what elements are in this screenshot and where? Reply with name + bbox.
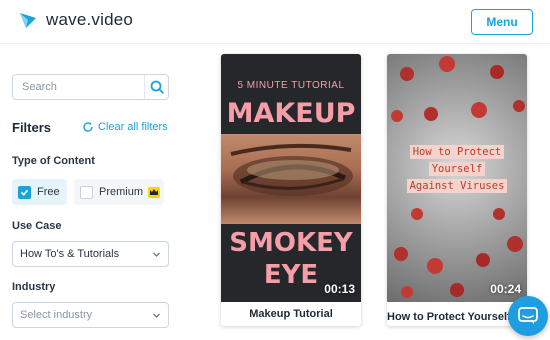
thumbnail-text: Against Viruses — [406, 179, 508, 193]
thumbnail-text-wrap: How to Protect — [387, 142, 527, 160]
type-of-content-label: Type of Content — [12, 155, 95, 167]
premium-label: Premium — [99, 186, 144, 198]
template-card[interactable]: 5 MINUTE TUTORIAL MAKEUP SMOKEY EYE 00:1… — [221, 54, 361, 326]
eye-makeup-photo — [221, 134, 361, 224]
chat-icon — [518, 307, 538, 324]
industry-placeholder: Select industry — [20, 309, 93, 321]
checkbox-checked-icon — [18, 185, 31, 199]
premium-filter-checkbox[interactable]: Premium — [74, 179, 164, 205]
free-filter-checkbox[interactable]: Free — [12, 179, 67, 205]
thumbnail-text: 5 MINUTE TUTORIAL — [237, 80, 345, 91]
card-title[interactable]: How to Protect Yourself Against Viruses — [387, 305, 527, 324]
filters-sidebar: Filters Clear all filters Type of Conten… — [0, 44, 190, 340]
wave-logo-icon — [20, 13, 36, 28]
search-box — [12, 74, 169, 100]
video-duration: 00:24 — [490, 282, 521, 296]
thumbnail-text: Yourself — [428, 162, 486, 176]
filters-title: Filters — [12, 120, 52, 135]
menu-button[interactable]: Menu — [471, 9, 533, 35]
clear-all-label: Clear all filters — [98, 121, 168, 133]
clear-all-filters-link[interactable]: Clear all filters — [82, 121, 168, 133]
industry-select[interactable]: Select industry — [12, 302, 169, 328]
chat-button[interactable] — [508, 296, 548, 336]
free-label: Free — [37, 186, 60, 198]
industry-label: Industry — [12, 281, 56, 293]
search-button[interactable] — [144, 75, 168, 99]
brand-logo[interactable]: wave.video — [18, 10, 133, 30]
video-duration: 00:13 — [324, 282, 355, 296]
thumbnail-text: SMOKEY — [229, 228, 353, 258]
chevron-down-icon — [153, 252, 160, 257]
use-case-select[interactable]: How To's & Tutorials — [12, 241, 169, 267]
use-case-value: How To's & Tutorials — [20, 248, 120, 260]
thumbnail-text: MAKEUP — [226, 98, 356, 129]
video-thumbnail[interactable]: How to Protect Yourself Against Viruses … — [387, 54, 527, 302]
thumbnail-text-wrap: Yourself — [387, 159, 527, 177]
checkbox-empty-icon — [80, 185, 93, 199]
video-thumbnail[interactable]: 5 MINUTE TUTORIAL MAKEUP SMOKEY EYE 00:1… — [221, 54, 361, 302]
chevron-down-icon — [153, 313, 160, 318]
template-card[interactable]: How to Protect Yourself Against Viruses … — [387, 54, 527, 326]
use-case-label: Use Case — [12, 220, 62, 232]
thumbnail-text-wrap: Against Viruses — [387, 176, 527, 194]
top-bar: wave.video Menu — [0, 0, 550, 44]
search-input[interactable] — [13, 75, 138, 99]
search-icon — [150, 80, 164, 94]
crown-icon — [148, 186, 161, 198]
brand-name: wave.video — [46, 10, 134, 29]
card-title[interactable]: Makeup Tutorial — [221, 302, 361, 321]
refresh-icon — [83, 122, 93, 132]
thumbnail-text: How to Protect — [409, 145, 505, 159]
